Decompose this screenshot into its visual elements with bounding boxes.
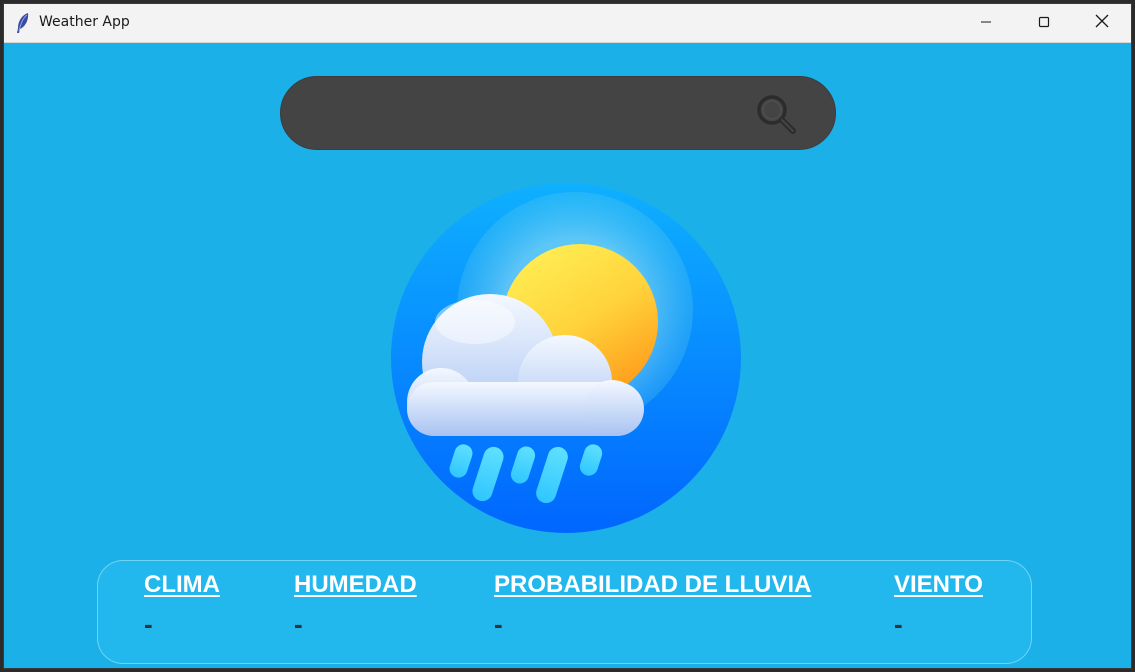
humedad-label: HUMEDAD <box>294 571 417 598</box>
feather-icon <box>15 12 31 34</box>
search-bar[interactable] <box>280 76 836 150</box>
close-button[interactable] <box>1073 4 1131 43</box>
main-content: CLIMA - HUMEDAD - PROBABILIDAD DE LLUVIA… <box>4 44 1131 668</box>
viento-label: VIENTO <box>894 571 983 598</box>
weather-info-panel: CLIMA - HUMEDAD - PROBABILIDAD DE LLUVIA… <box>97 560 1032 664</box>
rain-probability-value: - <box>494 609 503 639</box>
minimize-button[interactable] <box>957 4 1015 43</box>
search-input[interactable] <box>311 94 751 134</box>
search-icon[interactable] <box>753 91 799 137</box>
maximize-icon <box>1038 15 1050 33</box>
app-window: Weather App CLIMA - HUMEDAD - PROBABILID… <box>3 3 1132 669</box>
window-title: Weather App <box>39 14 130 30</box>
rain-probability-label: PROBABILIDAD DE LLUVIA <box>494 571 812 598</box>
title-bar[interactable]: Weather App <box>4 4 1131 43</box>
maximize-button[interactable] <box>1015 4 1073 43</box>
close-icon <box>1095 14 1109 33</box>
humedad-value: - <box>294 609 303 639</box>
clima-value: - <box>144 609 153 639</box>
clima-label: CLIMA <box>144 571 220 598</box>
minimize-icon <box>980 15 992 33</box>
weather-sun-cloud-rain-icon <box>390 182 742 534</box>
viento-value: - <box>894 609 903 639</box>
